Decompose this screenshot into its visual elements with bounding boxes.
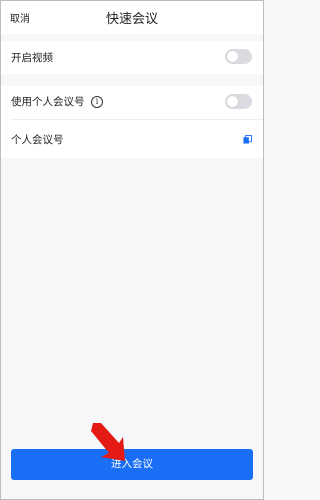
copy-icon[interactable] <box>243 135 252 144</box>
personal-id-label: 使用个人会议号 <box>11 96 85 108</box>
toggle-knob <box>227 96 238 107</box>
video-toggle[interactable] <box>225 49 252 64</box>
enter-meeting-button[interactable]: 进入会议 <box>11 449 253 480</box>
page-title: 快速会议 <box>105 12 158 27</box>
video-setting-row: 开启视频 <box>1 41 263 74</box>
toggle-knob <box>227 51 238 62</box>
pointer-arrow-icon <box>91 423 125 461</box>
info-icon[interactable]: i <box>91 96 103 108</box>
top-bar: 取消 快速会议 <box>1 1 263 34</box>
video-setting-label: 开启视频 <box>11 52 53 64</box>
personal-id-toggle[interactable] <box>225 94 252 109</box>
personal-number-label: 个人会议号 <box>11 134 64 146</box>
personal-meeting-section: 使用个人会议号 i 个人会议号 <box>1 86 263 158</box>
divider <box>11 119 263 120</box>
